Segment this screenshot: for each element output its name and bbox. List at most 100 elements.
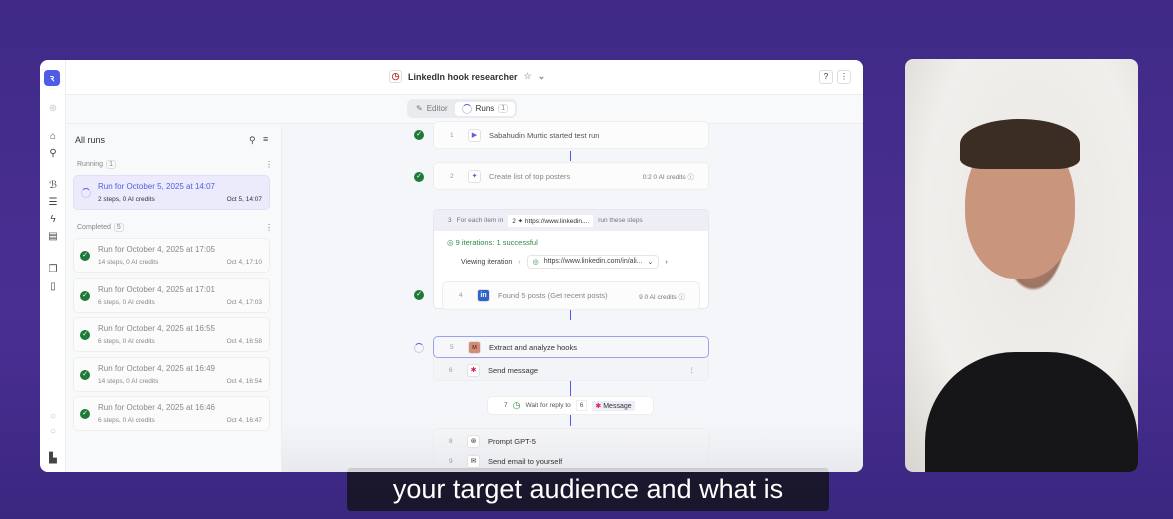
step-4[interactable]: 4 in Found 5 posts (Get recent posts) 9 0 A…	[442, 281, 700, 310]
step-number: 2	[450, 172, 454, 180]
ai-sparkle-icon: ✦	[468, 169, 481, 183]
workflows-icon[interactable]: ℬ	[46, 179, 60, 193]
search-icon[interactable]: ⚲	[46, 147, 60, 161]
library-icon[interactable]: ❐	[46, 263, 60, 277]
home-icon[interactable]: ⌂	[46, 130, 60, 144]
run-title: Run for October 4, 2025 at 17:01	[98, 285, 215, 294]
count-badge: 5	[113, 223, 124, 232]
run-item[interactable]: ✓ Run for October 4, 2025 at 16:46 6 steps…	[73, 396, 270, 431]
step-9[interactable]: 9 ✉ Send email to yourself	[433, 451, 709, 471]
message-ref[interactable]: ✱ Message	[592, 400, 635, 411]
presenter-hair	[960, 119, 1080, 169]
credits-text: 0:2 0 AI credits	[642, 174, 686, 181]
run-item[interactable]: ✓ Run for October 4, 2025 at 17:01 6 steps…	[73, 278, 270, 313]
presenter-shirt	[925, 352, 1138, 472]
run-item[interactable]: ✓ Run for October 4, 2025 at 16:55 6 steps…	[73, 317, 270, 352]
step-number: 6	[449, 366, 453, 374]
prev-iteration-button[interactable]: ‹	[518, 259, 520, 266]
iteration-url: https://www.linkedin.com/in/ali...	[543, 258, 643, 265]
run-title: Run for October 5, 2025 at 14:07	[98, 182, 215, 191]
step-label: Send email to yourself	[488, 456, 563, 466]
openai-icon: ⊛	[467, 434, 480, 448]
pencil-icon: ✎	[416, 104, 423, 113]
spinner-icon	[81, 188, 91, 198]
search-icon[interactable]: ⚲	[249, 135, 256, 146]
run-steps: 14 steps, 0 AI credits	[98, 378, 159, 385]
workspace-icon[interactable]: ▙	[46, 452, 60, 466]
workflow-title[interactable]: ◷ LinkedIn hook researcher ☆ ⌄	[389, 70, 545, 83]
tab-runs[interactable]: Runs 1	[454, 101, 516, 116]
step-6[interactable]: 6 ✱ Send message ⋮	[433, 359, 709, 381]
step-label: Found 5 posts (Get recent posts)	[498, 291, 608, 300]
step-menu-icon[interactable]: ⋮	[689, 366, 696, 374]
ref-number: 6	[575, 400, 588, 411]
claude-icon: ᴍ	[468, 340, 481, 354]
step-label: Send message	[488, 365, 539, 375]
new-icon[interactable]: ⊕	[46, 102, 60, 116]
run-steps: 6 steps, 0 AI credits	[98, 417, 155, 424]
tab-editor[interactable]: ✎ Editor	[409, 102, 455, 115]
section-menu-icon[interactable]: ⋮	[265, 223, 273, 232]
success-icon: ✓	[80, 370, 90, 380]
play-icon: ▶	[468, 128, 481, 142]
title-text: LinkedIn hook researcher	[408, 71, 518, 82]
docs-icon[interactable]: ▯	[46, 280, 60, 294]
runs-count-badge: 1	[498, 104, 509, 113]
iterations-status: ◎ 9 iterations: 1 successful	[447, 238, 538, 247]
step-number: 8	[449, 437, 453, 445]
loop-header[interactable]: 3 For each item in 2 ✦ https://www.linked…	[434, 210, 708, 231]
run-date: Oct 4, 17:10	[226, 259, 262, 266]
loop-prefix: For each item in	[456, 217, 504, 224]
step-2[interactable]: 2 ✦ Create list of top posters 0:2 0 AI cre…	[433, 162, 709, 190]
loop-source[interactable]: 2 ✦ https://www.linkedin....	[508, 214, 594, 227]
step-1[interactable]: 1 ▶ Sabahudin Murtic started test run	[433, 121, 709, 149]
run-title: Run for October 4, 2025 at 16:49	[98, 364, 215, 373]
step-7[interactable]: 7 ◷ Wait for reply to 6 ✱ Message	[487, 396, 654, 415]
tables-icon[interactable]: ☰	[46, 196, 60, 210]
help-button[interactable]: ?	[819, 70, 833, 84]
run-item[interactable]: ✓ Run for October 4, 2025 at 17:05 14 step…	[73, 238, 270, 273]
success-icon: ◎	[532, 259, 539, 266]
clock-icon: ◷	[512, 400, 521, 410]
step-5[interactable]: 5 ᴍ Extract and analyze hooks	[433, 336, 709, 358]
panel-title: All runs	[75, 135, 106, 145]
run-steps: 6 steps, 0 AI credits	[98, 299, 155, 306]
success-icon: ✓	[80, 291, 90, 301]
tab-label: Editor	[426, 104, 448, 113]
step-number: 5	[450, 343, 454, 351]
count-badge: 1	[106, 160, 116, 169]
credits-text: 9 0 AI credits	[639, 293, 677, 301]
run-item[interactable]: Run for October 5, 2025 at 14:07 2 steps…	[73, 175, 270, 210]
left-rail: ꝛ ⊕ ⌂ ⚲ ℬ ☰ ϟ ▤ ❐ ▯ ○ ○ ▙	[40, 60, 66, 472]
tab-label: Runs	[475, 104, 495, 113]
success-icon: ✓	[414, 130, 424, 140]
iteration-select[interactable]: ◎ https://www.linkedin.com/in/ali... ⌄	[526, 255, 660, 269]
workflow-canvas: ✓ 1 ▶ Sabahudin Murtic started test run ✓ …	[282, 121, 863, 472]
tabs-row: ✎ Editor Runs 1	[66, 95, 863, 124]
chevron-down-icon[interactable]: ⌄	[538, 71, 546, 82]
database-icon[interactable]: ▤	[46, 230, 60, 244]
run-item[interactable]: ✓ Run for October 4, 2025 at 16:49 14 step…	[73, 357, 270, 392]
app-logo[interactable]: ꝛ	[44, 70, 60, 86]
run-date: Oct 4, 16:47	[226, 417, 262, 424]
run-date: Oct 4, 17:03	[226, 299, 262, 306]
message-label: Message	[603, 402, 632, 410]
success-icon: ✓	[80, 409, 90, 419]
run-date: Oct 5, 14:07	[226, 196, 262, 203]
app-window: ꝛ ⊕ ⌂ ⚲ ℬ ☰ ϟ ▤ ❐ ▯ ○ ○ ▙ ◷ LinkedIn hoo…	[40, 60, 863, 472]
section-menu-icon[interactable]: ⋮	[265, 160, 273, 169]
connector	[570, 151, 571, 161]
credits: 0:2 0 AI credits ⓘ	[642, 174, 694, 181]
next-iteration-button[interactable]: ›	[665, 259, 667, 266]
loop-source-url: https://www.linkedin....	[524, 217, 590, 225]
bolt-icon[interactable]: ϟ	[46, 213, 60, 227]
step-number: 1	[450, 131, 454, 139]
star-icon[interactable]: ☆	[524, 71, 532, 82]
more-button[interactable]: ⋮	[837, 70, 851, 84]
credits: 9 0 AI credits ⓘ	[639, 293, 685, 301]
step-8[interactable]: 8 ⊛ Prompt GPT-5	[433, 430, 709, 452]
connector	[570, 380, 571, 396]
ref-number: 2	[512, 217, 516, 225]
iteration-viewer: Viewing iteration ‹ ◎ https://www.linkedi…	[461, 255, 668, 269]
sort-icon[interactable]: ≡	[263, 134, 268, 144]
